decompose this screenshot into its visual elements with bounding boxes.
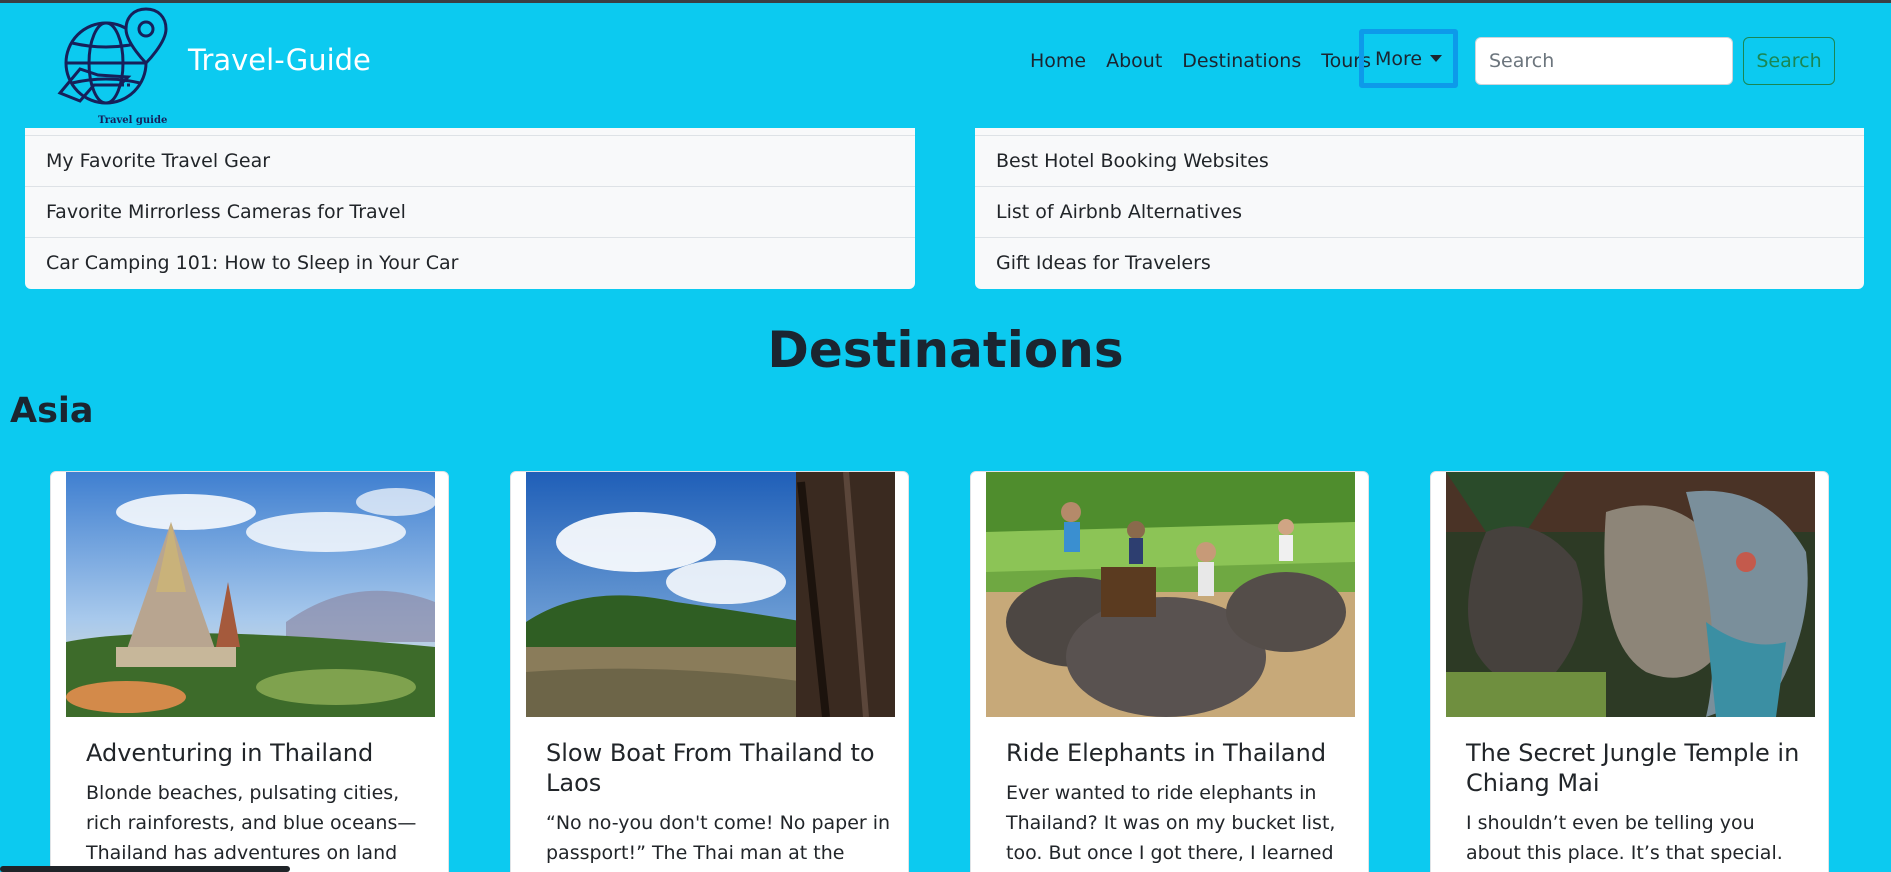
travel-guide-logo[interactable]: Travel guide: [50, 5, 172, 127]
logo-caption: Travel guide: [98, 115, 167, 126]
nav-more-label: More: [1374, 47, 1423, 70]
card-text: “No no-you don't come! No paper in passp…: [546, 812, 891, 864]
card-ride-elephants[interactable]: Ride Elephants in Thailand Ever wanted t…: [970, 471, 1369, 872]
card-text: I shouldn’t even be telling you about th…: [1466, 812, 1783, 864]
card-image-dragon-statue: [1446, 472, 1815, 717]
card-image-river: [526, 472, 895, 717]
card-title[interactable]: Adventuring in Thailand: [86, 738, 431, 768]
nav-home[interactable]: Home: [1020, 45, 1096, 77]
list-item-travel-gear[interactable]: My Favorite Travel Gear: [25, 135, 915, 186]
search-input[interactable]: [1475, 37, 1733, 85]
nav-destinations[interactable]: Destinations: [1172, 45, 1311, 77]
card-title[interactable]: The Secret Jungle Temple in Chiang Mai: [1466, 738, 1811, 798]
dropdown-list-right: Best Hotel Booking Websites List of Airb…: [975, 128, 1864, 289]
section-title: Destinations: [767, 321, 1124, 379]
card-title[interactable]: Ride Elephants in Thailand: [1006, 738, 1351, 768]
list-item-mirrorless-cameras[interactable]: Favorite Mirrorless Cameras for Travel: [25, 186, 915, 237]
list-item-airbnb-alternatives[interactable]: List of Airbnb Alternatives: [975, 186, 1864, 237]
horizontal-scrollbar[interactable]: [0, 866, 290, 872]
caret-down-icon: [1430, 55, 1443, 62]
nav-links: Home About Destinations Tours: [1020, 45, 1381, 77]
card-image-pagoda: [66, 472, 435, 717]
card-slow-boat-laos[interactable]: Slow Boat From Thailand to Laos “No no-y…: [510, 471, 909, 872]
list-item-gift-ideas[interactable]: Gift Ideas for Travelers: [975, 237, 1864, 288]
brand-name[interactable]: Travel-Guide: [188, 43, 371, 78]
navbar: Travel guide Travel-Guide Home About Des…: [0, 3, 1891, 127]
list-item-hotel-booking[interactable]: Best Hotel Booking Websites: [975, 135, 1864, 186]
dropdown-list-left: My Favorite Travel Gear Favorite Mirrorl…: [25, 128, 915, 289]
card-adventuring-thailand[interactable]: Adventuring in Thailand Blonde beaches, …: [50, 471, 449, 872]
card-title[interactable]: Slow Boat From Thailand to Laos: [546, 738, 891, 798]
nav-more-dropdown[interactable]: More: [1359, 29, 1458, 88]
nav-about[interactable]: About: [1096, 45, 1172, 77]
card-text: Blonde beaches, pulsating cities, rich r…: [86, 782, 417, 864]
region-title: Asia: [10, 391, 94, 431]
list-item-car-camping[interactable]: Car Camping 101: How to Sleep in Your Ca…: [25, 237, 915, 288]
card-secret-jungle-temple[interactable]: The Secret Jungle Temple in Chiang Mai I…: [1430, 471, 1829, 872]
search-button[interactable]: Search: [1743, 37, 1835, 85]
card-image-elephants: [986, 472, 1355, 717]
card-text: Ever wanted to ride elephants in Thailan…: [1006, 782, 1336, 864]
